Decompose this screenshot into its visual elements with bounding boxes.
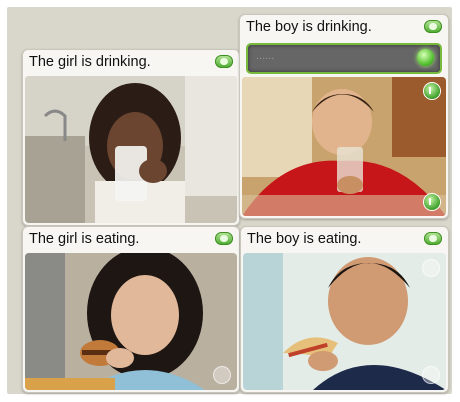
speaker-icon[interactable] bbox=[215, 232, 233, 245]
card-girl-eating[interactable]: The girl is eating. bbox=[22, 226, 240, 393]
caption: The girl is eating. bbox=[29, 231, 140, 247]
caption: The boy is eating. bbox=[247, 231, 362, 247]
activity-frame: The girl is drinking. The boy is drinkin… bbox=[7, 7, 452, 394]
check-icon[interactable] bbox=[424, 83, 440, 99]
photo-girl-drinking bbox=[25, 76, 237, 223]
answer-field[interactable]: ...... bbox=[246, 43, 442, 74]
play-icon[interactable] bbox=[213, 366, 231, 384]
play-icon[interactable] bbox=[424, 194, 440, 210]
card-girl-drinking[interactable]: The girl is drinking. bbox=[22, 49, 240, 226]
speaker-icon[interactable] bbox=[424, 232, 442, 245]
card-boy-eating[interactable]: The boy is eating. bbox=[240, 226, 449, 393]
card-boy-drinking[interactable]: The boy is drinking. ...... bbox=[239, 14, 449, 219]
caption: The girl is drinking. bbox=[29, 54, 151, 70]
answer-text: ...... bbox=[256, 50, 275, 62]
record-button[interactable] bbox=[417, 49, 434, 66]
caption: The boy is drinking. bbox=[246, 19, 372, 35]
photo-boy-eating bbox=[243, 253, 446, 390]
photo-girl-eating bbox=[25, 253, 237, 390]
photo-boy-drinking bbox=[242, 77, 446, 216]
speaker-icon[interactable] bbox=[424, 20, 442, 33]
speaker-icon[interactable] bbox=[215, 55, 233, 68]
play-icon[interactable] bbox=[422, 366, 440, 384]
check-icon[interactable] bbox=[422, 259, 440, 277]
